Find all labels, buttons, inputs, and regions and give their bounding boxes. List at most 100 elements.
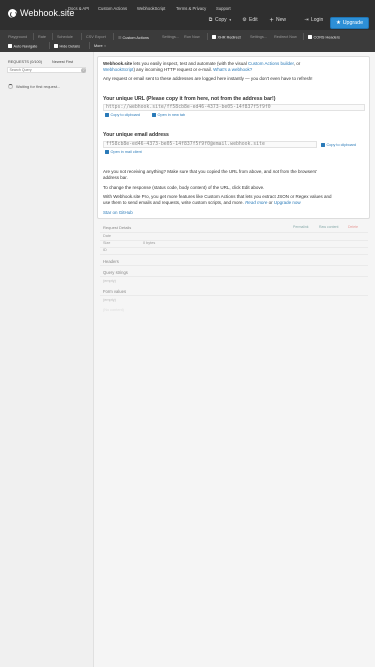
copy-url-button[interactable]: Copy to clipboard — [105, 113, 140, 117]
headers-heading: Headers — [103, 259, 119, 264]
edit-label: Edit — [249, 17, 258, 23]
nav-link-custom-actions[interactable]: Custom Actions — [98, 6, 127, 11]
new-button[interactable]: + New — [269, 16, 287, 24]
xhr-redirect-toggle[interactable]: XHR Redirect — [212, 35, 241, 40]
open-mail-button[interactable]: Open in mail client — [105, 150, 142, 154]
upgrade-now-link[interactable]: Upgrade now — [274, 200, 301, 205]
more-menu[interactable]: More ▼ — [94, 44, 106, 48]
newest-first-toggle[interactable]: Newest First — [52, 60, 73, 64]
delete-button[interactable]: Delete — [348, 225, 358, 229]
checkbox-icon — [54, 44, 58, 48]
toolbar-schedule[interactable]: Schedule — [57, 35, 73, 39]
spinner-icon — [8, 84, 13, 89]
caret-down-icon: ▼ — [103, 45, 107, 48]
edit-button[interactable]: ⚙ Edit — [242, 16, 258, 23]
divider — [207, 33, 208, 40]
hide-details-label: Hide Details — [59, 44, 80, 49]
query-strings-heading: Query strings — [103, 270, 128, 275]
edit-icon: ⚙ — [242, 16, 247, 23]
xhr-redirect-settings[interactable]: Settings... — [250, 35, 267, 39]
copy-button[interactable]: ⧉ Copy ▼ — [208, 17, 232, 23]
login-label: Login — [311, 17, 324, 23]
toolbar — [0, 30, 375, 52]
plus-icon: + — [269, 16, 274, 24]
login-icon: ⇥ — [304, 16, 309, 23]
pro-part: With Webhook.site Pro, you get more feat… — [103, 194, 332, 199]
help-icon[interactable]: ? — [81, 67, 86, 73]
nav-link-webhookscript[interactable]: WebhookScript — [137, 6, 165, 11]
toolbar-rate[interactable]: Rate — [38, 35, 46, 39]
nav-link-docs[interactable]: Docs & API — [68, 6, 89, 11]
divider — [100, 232, 368, 233]
cors-headers-toggle[interactable]: CORS Headers — [308, 35, 340, 40]
request-details-title: Request Details — [103, 225, 132, 230]
divider — [100, 239, 368, 240]
intro-part: , or — [293, 61, 301, 66]
not-receiving-text: Are you not receiving anything? Make sur… — [103, 169, 365, 181]
run-now-button[interactable]: Run Now — [184, 35, 200, 39]
upgrade-label: Upgrade — [342, 20, 364, 26]
hide-details-toggle[interactable]: Hide Details — [54, 44, 80, 49]
auto-navigate-label: Auto Navigate — [13, 44, 38, 49]
form-values-heading: Form values — [103, 289, 127, 294]
login-button[interactable]: ⇥ Login — [304, 17, 323, 23]
copy-email-button[interactable]: Copy to clipboard — [321, 143, 356, 147]
upgrade-button[interactable]: ★ Upgrade — [330, 17, 369, 29]
mail-icon — [105, 150, 109, 154]
waiting-text: Waiting for first request... — [16, 84, 61, 89]
clipboard-icon — [105, 113, 109, 117]
custom-actions-link[interactable]: Custom Actions builder — [248, 61, 294, 66]
toolbar-playground[interactable]: Playground — [8, 35, 27, 39]
divider — [89, 42, 90, 49]
brand-name: Webhook.site — [20, 8, 75, 18]
divider — [33, 33, 34, 40]
intro-part: lets you easily inspect, test and automa… — [132, 61, 248, 66]
cors-headers-label: CORS Headers — [313, 35, 340, 40]
divider — [113, 33, 114, 40]
xhr-redirect-label: XHR Redirect — [217, 35, 241, 40]
custom-actions-toggle[interactable]: ☰ Custom Actions — [118, 35, 149, 40]
star-github-link[interactable]: Star on GitHub — [103, 210, 365, 216]
star-icon: ★ — [335, 20, 341, 26]
divider — [100, 265, 368, 266]
requests-count: REQUESTS (0/100) — [8, 60, 42, 64]
read-more-link[interactable]: Read more — [245, 200, 267, 205]
intro-brand: Webhook.site — [103, 61, 133, 66]
email-field[interactable]: ff58cb8e-ed46-4373-be05-14f837f5f9f0@ema… — [103, 141, 317, 148]
divider — [52, 33, 53, 40]
nav-link-terms[interactable]: Terms & Privacy — [176, 6, 206, 11]
id-label: ID — [103, 248, 107, 252]
checkbox-icon — [8, 44, 12, 48]
new-label: New — [276, 17, 287, 23]
intro-text: Webhook.site lets you easily inspect, te… — [103, 61, 365, 73]
copy-email-label: Copy to clipboard — [326, 143, 357, 147]
open-new-tab-button[interactable]: Open in new tab — [152, 113, 185, 117]
change-response-text: To change the response (status code, bod… — [103, 185, 265, 190]
custom-actions-settings[interactable]: Settings... — [162, 35, 179, 39]
permalink-button[interactable]: Permalink — [293, 225, 309, 229]
navbar: Webhook.site Docs & API Custom Actions W… — [0, 0, 375, 30]
size-value: 0 bytes — [143, 241, 156, 245]
divider — [100, 295, 368, 296]
toolbar-csv-export[interactable]: CSV Export — [86, 35, 106, 39]
nav-link-support[interactable]: Support — [216, 6, 231, 11]
raw-content-button[interactable]: Raw content — [319, 225, 338, 229]
clipboard-icon — [321, 143, 325, 147]
waiting-indicator: Waiting for first request... — [8, 84, 60, 89]
info-panel: Webhook.site lets you easily inspect, te… — [97, 56, 370, 219]
not-receiving-part: address bar. — [103, 175, 128, 180]
brand[interactable]: Webhook.site — [8, 8, 74, 18]
copy-url-label: Copy to clipboard — [110, 113, 141, 117]
redirect-now-button[interactable]: Redirect Now — [274, 35, 297, 39]
form-values-empty: (empty) — [103, 298, 116, 302]
divider — [100, 276, 368, 277]
auto-navigate-toggle[interactable]: Auto Navigate — [8, 44, 37, 49]
checkbox-icon — [308, 35, 312, 39]
search-input[interactable]: Search Query — [7, 67, 86, 73]
whats-a-webhook-link[interactable]: What's a webhook? — [213, 67, 252, 72]
no-content-text: (No content) — [103, 308, 124, 312]
divider — [81, 33, 82, 40]
divider — [303, 33, 304, 40]
webhookscript-link[interactable]: WebhookScript — [103, 67, 133, 72]
unique-url-field[interactable]: https://webhook.site/ff58cb8e-ed46-4373-… — [103, 104, 365, 111]
